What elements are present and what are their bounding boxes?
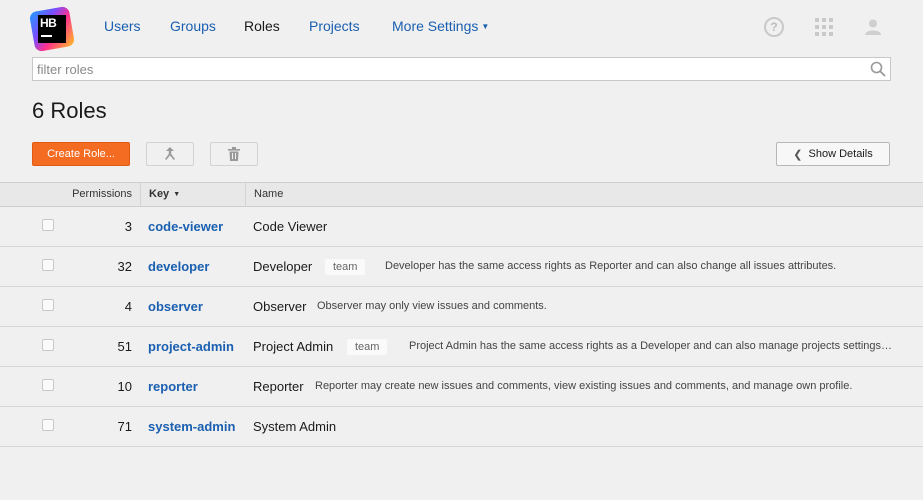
permission-count: 32	[117, 259, 132, 274]
search-icon[interactable]	[870, 61, 886, 77]
team-badge: team	[347, 339, 388, 355]
table-row[interactable]: 32 developer Developer team Developer ha…	[0, 247, 923, 287]
app-logo[interactable]: HB	[28, 5, 76, 53]
trash-icon	[228, 147, 240, 161]
merge-icon	[165, 147, 175, 160]
role-name: Code Viewer	[253, 219, 328, 234]
nav-users[interactable]: Users	[104, 18, 141, 34]
role-name: Observer	[253, 299, 307, 314]
merge-button[interactable]	[146, 142, 194, 166]
nav-more-settings-label: More Settings	[392, 18, 479, 34]
caret-down-icon: ▼	[481, 22, 490, 31]
table-row[interactable]: 51 project-admin Project Admin team Proj…	[0, 327, 923, 367]
show-details-button[interactable]: ❮ Show Details	[776, 142, 890, 166]
nav-groups[interactable]: Groups	[170, 18, 216, 34]
role-name: System Admin	[253, 419, 337, 434]
search-box	[32, 57, 891, 81]
role-key-link[interactable]: reporter	[148, 379, 198, 394]
role-key-link[interactable]: code-viewer	[148, 219, 223, 234]
column-header-key[interactable]: Key ▼	[140, 183, 245, 206]
user-avatar-icon[interactable]	[864, 18, 882, 36]
row-checkbox[interactable]	[42, 379, 54, 391]
delete-button[interactable]	[210, 142, 258, 166]
row-checkbox[interactable]	[42, 419, 54, 431]
chevron-left-icon: ❮	[793, 148, 803, 161]
role-name: Developer	[253, 259, 313, 274]
role-name: Project Admin	[253, 339, 334, 354]
role-key-link[interactable]: observer	[148, 299, 203, 314]
column-header-permissions[interactable]: Permissions	[60, 183, 132, 206]
search-input[interactable]	[33, 58, 853, 80]
sort-desc-icon: ▼	[173, 191, 181, 198]
help-icon[interactable]: ?	[764, 17, 784, 37]
column-header-key-label: Key	[149, 188, 170, 200]
role-description: Project Admin has the same access rights…	[409, 340, 893, 352]
show-details-label: Show Details	[808, 148, 873, 160]
create-role-button[interactable]: Create Role...	[32, 142, 130, 166]
row-checkbox[interactable]	[42, 339, 54, 351]
nav-projects[interactable]: Projects	[309, 18, 360, 34]
nav-roles[interactable]: Roles	[244, 18, 280, 34]
role-name: Reporter	[253, 379, 304, 394]
apps-grid-icon[interactable]	[815, 18, 833, 36]
role-description: Observer may only view issues and commen…	[317, 300, 547, 312]
permission-count: 3	[124, 219, 132, 234]
table-header: Permissions Key ▼ Name	[0, 182, 923, 207]
nav-more-settings[interactable]: More Settings ▼	[392, 18, 489, 34]
role-key-link[interactable]: developer	[148, 259, 209, 274]
role-description: Reporter may create new issues and comme…	[315, 380, 853, 392]
page-title: 6 Roles	[32, 98, 107, 123]
permission-count: 4	[124, 299, 132, 314]
role-key-link[interactable]: system-admin	[148, 419, 235, 434]
row-checkbox[interactable]	[42, 259, 54, 271]
logo-text: HB	[40, 16, 57, 30]
role-description: Developer has the same access rights as …	[385, 260, 837, 272]
team-badge: team	[325, 259, 366, 275]
table-row[interactable]: 10 reporter Reporter Reporter may create…	[0, 367, 923, 407]
role-key-link[interactable]: project-admin	[148, 339, 234, 354]
column-header-name[interactable]: Name	[245, 183, 923, 206]
table-row[interactable]: 4 observer Observer Observer may only vi…	[0, 287, 923, 327]
table-row[interactable]: 3 code-viewer Code Viewer	[0, 207, 923, 247]
table-row[interactable]: 71 system-admin System Admin	[0, 407, 923, 447]
permission-count: 71	[117, 419, 132, 434]
row-checkbox[interactable]	[42, 299, 54, 311]
row-checkbox[interactable]	[42, 219, 54, 231]
permission-count: 51	[117, 339, 132, 354]
permission-count: 10	[117, 379, 132, 394]
